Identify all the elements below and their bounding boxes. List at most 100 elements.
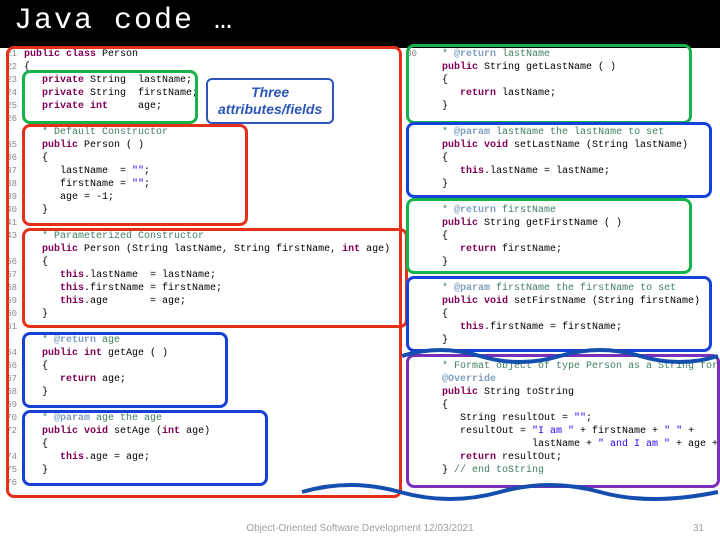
code-line: }	[24, 308, 400, 321]
callout-line1: Three	[251, 84, 289, 100]
line-number	[400, 347, 417, 360]
line-number	[400, 321, 417, 334]
line-number	[400, 334, 417, 347]
line-number	[400, 152, 417, 165]
line-number: 35	[0, 139, 17, 152]
code-line: this.age = age;	[24, 295, 400, 308]
line-number	[400, 191, 417, 204]
line-number: 23	[0, 74, 17, 87]
code-line: {	[24, 61, 400, 74]
line-number	[400, 451, 417, 464]
code-line: lastName = "";	[24, 165, 400, 178]
code-line: }	[424, 100, 720, 113]
line-number	[400, 373, 417, 386]
code-line: public void setAge (int age)	[24, 425, 400, 438]
code-line: }	[424, 334, 720, 347]
line-number: 57	[0, 269, 17, 282]
code-line: String resultOut = "";	[424, 412, 720, 425]
code-line: {	[24, 152, 400, 165]
code-line: {	[424, 152, 720, 165]
slide: Java code … 2122232425263536373839404143…	[0, 0, 720, 540]
code-line: * Default Constructor	[24, 126, 400, 139]
line-number	[0, 126, 17, 139]
code-line: * @return lastName	[424, 48, 720, 61]
code-line: * Parameterized Constructor	[24, 230, 400, 243]
line-number: 67	[0, 373, 17, 386]
code-line: return age;	[24, 373, 400, 386]
line-number	[400, 217, 417, 230]
code-line: } // end toString	[424, 464, 720, 477]
line-number: 39	[0, 191, 17, 204]
line-number: 72	[0, 425, 17, 438]
code-line	[424, 113, 720, 126]
code-line: }	[424, 256, 720, 269]
line-number: 59	[0, 295, 17, 308]
code-line: this.age = age;	[24, 451, 400, 464]
code-line: {	[24, 360, 400, 373]
line-number	[400, 295, 417, 308]
slide-footer: Object-Oriented Software Development 12/…	[0, 523, 720, 534]
code-line: public String toString	[424, 386, 720, 399]
code-body-right: * @return lastName public String getLast…	[424, 48, 720, 477]
line-number: 21	[0, 48, 17, 61]
line-number: 61	[0, 321, 17, 334]
code-line: public String getLastName ( )	[424, 61, 720, 74]
code-line: }	[424, 178, 720, 191]
code-line: @Override	[424, 373, 720, 386]
line-number: 56	[0, 256, 17, 269]
code-line	[24, 477, 400, 490]
code-line: public Person ( )	[24, 139, 400, 152]
code-line: lastName + " and I am " + age + " years …	[424, 438, 720, 451]
line-number: 43	[0, 230, 17, 243]
code-line: * Format object of type Person as a Stri…	[424, 360, 720, 373]
code-line: }	[24, 386, 400, 399]
code-line: this.lastName = lastName;	[424, 165, 720, 178]
code-line: public void setFirstName (String firstNa…	[424, 295, 720, 308]
line-number: 37	[0, 165, 17, 178]
code-line: age = -1;	[24, 191, 400, 204]
line-number	[400, 399, 417, 412]
code-line: * @param age the age	[24, 412, 400, 425]
line-number	[400, 243, 417, 256]
line-number: 38	[0, 178, 17, 191]
code-line	[24, 321, 400, 334]
callout-line2: attributes/fields	[218, 101, 322, 117]
code-line: {	[424, 308, 720, 321]
line-number	[400, 126, 417, 139]
code-line	[24, 399, 400, 412]
line-number	[0, 438, 17, 451]
line-number	[400, 230, 417, 243]
code-line: {	[424, 230, 720, 243]
line-number: 36	[0, 152, 17, 165]
line-number	[400, 425, 417, 438]
line-number	[400, 269, 417, 282]
line-number: 64	[0, 347, 17, 360]
line-number	[400, 282, 417, 295]
line-number	[400, 165, 417, 178]
line-number: 24	[0, 87, 17, 100]
line-number	[0, 243, 17, 256]
code-line	[424, 347, 720, 360]
line-number: 60	[0, 308, 17, 321]
code-line: return lastName;	[424, 87, 720, 100]
code-line: }	[24, 204, 400, 217]
line-number: 74	[0, 451, 17, 464]
line-number: 69	[0, 399, 17, 412]
code-line: resultOut = "I am " + firstName + " " +	[424, 425, 720, 438]
line-number	[400, 464, 417, 477]
line-number	[400, 178, 417, 191]
code-line: {	[24, 438, 400, 451]
slide-page-number: 31	[693, 523, 704, 534]
code-line: * @return age	[24, 334, 400, 347]
code-line	[424, 269, 720, 282]
code-line: return firstName;	[424, 243, 720, 256]
code-line	[24, 217, 400, 230]
code-line: return resultOut;	[424, 451, 720, 464]
line-number: 41	[0, 217, 17, 230]
line-number	[400, 87, 417, 100]
code-line: * @param firstName the firstName to set	[424, 282, 720, 295]
line-number	[400, 61, 417, 74]
code-line: public String getFirstName ( )	[424, 217, 720, 230]
code-line	[424, 191, 720, 204]
line-number	[400, 74, 417, 87]
